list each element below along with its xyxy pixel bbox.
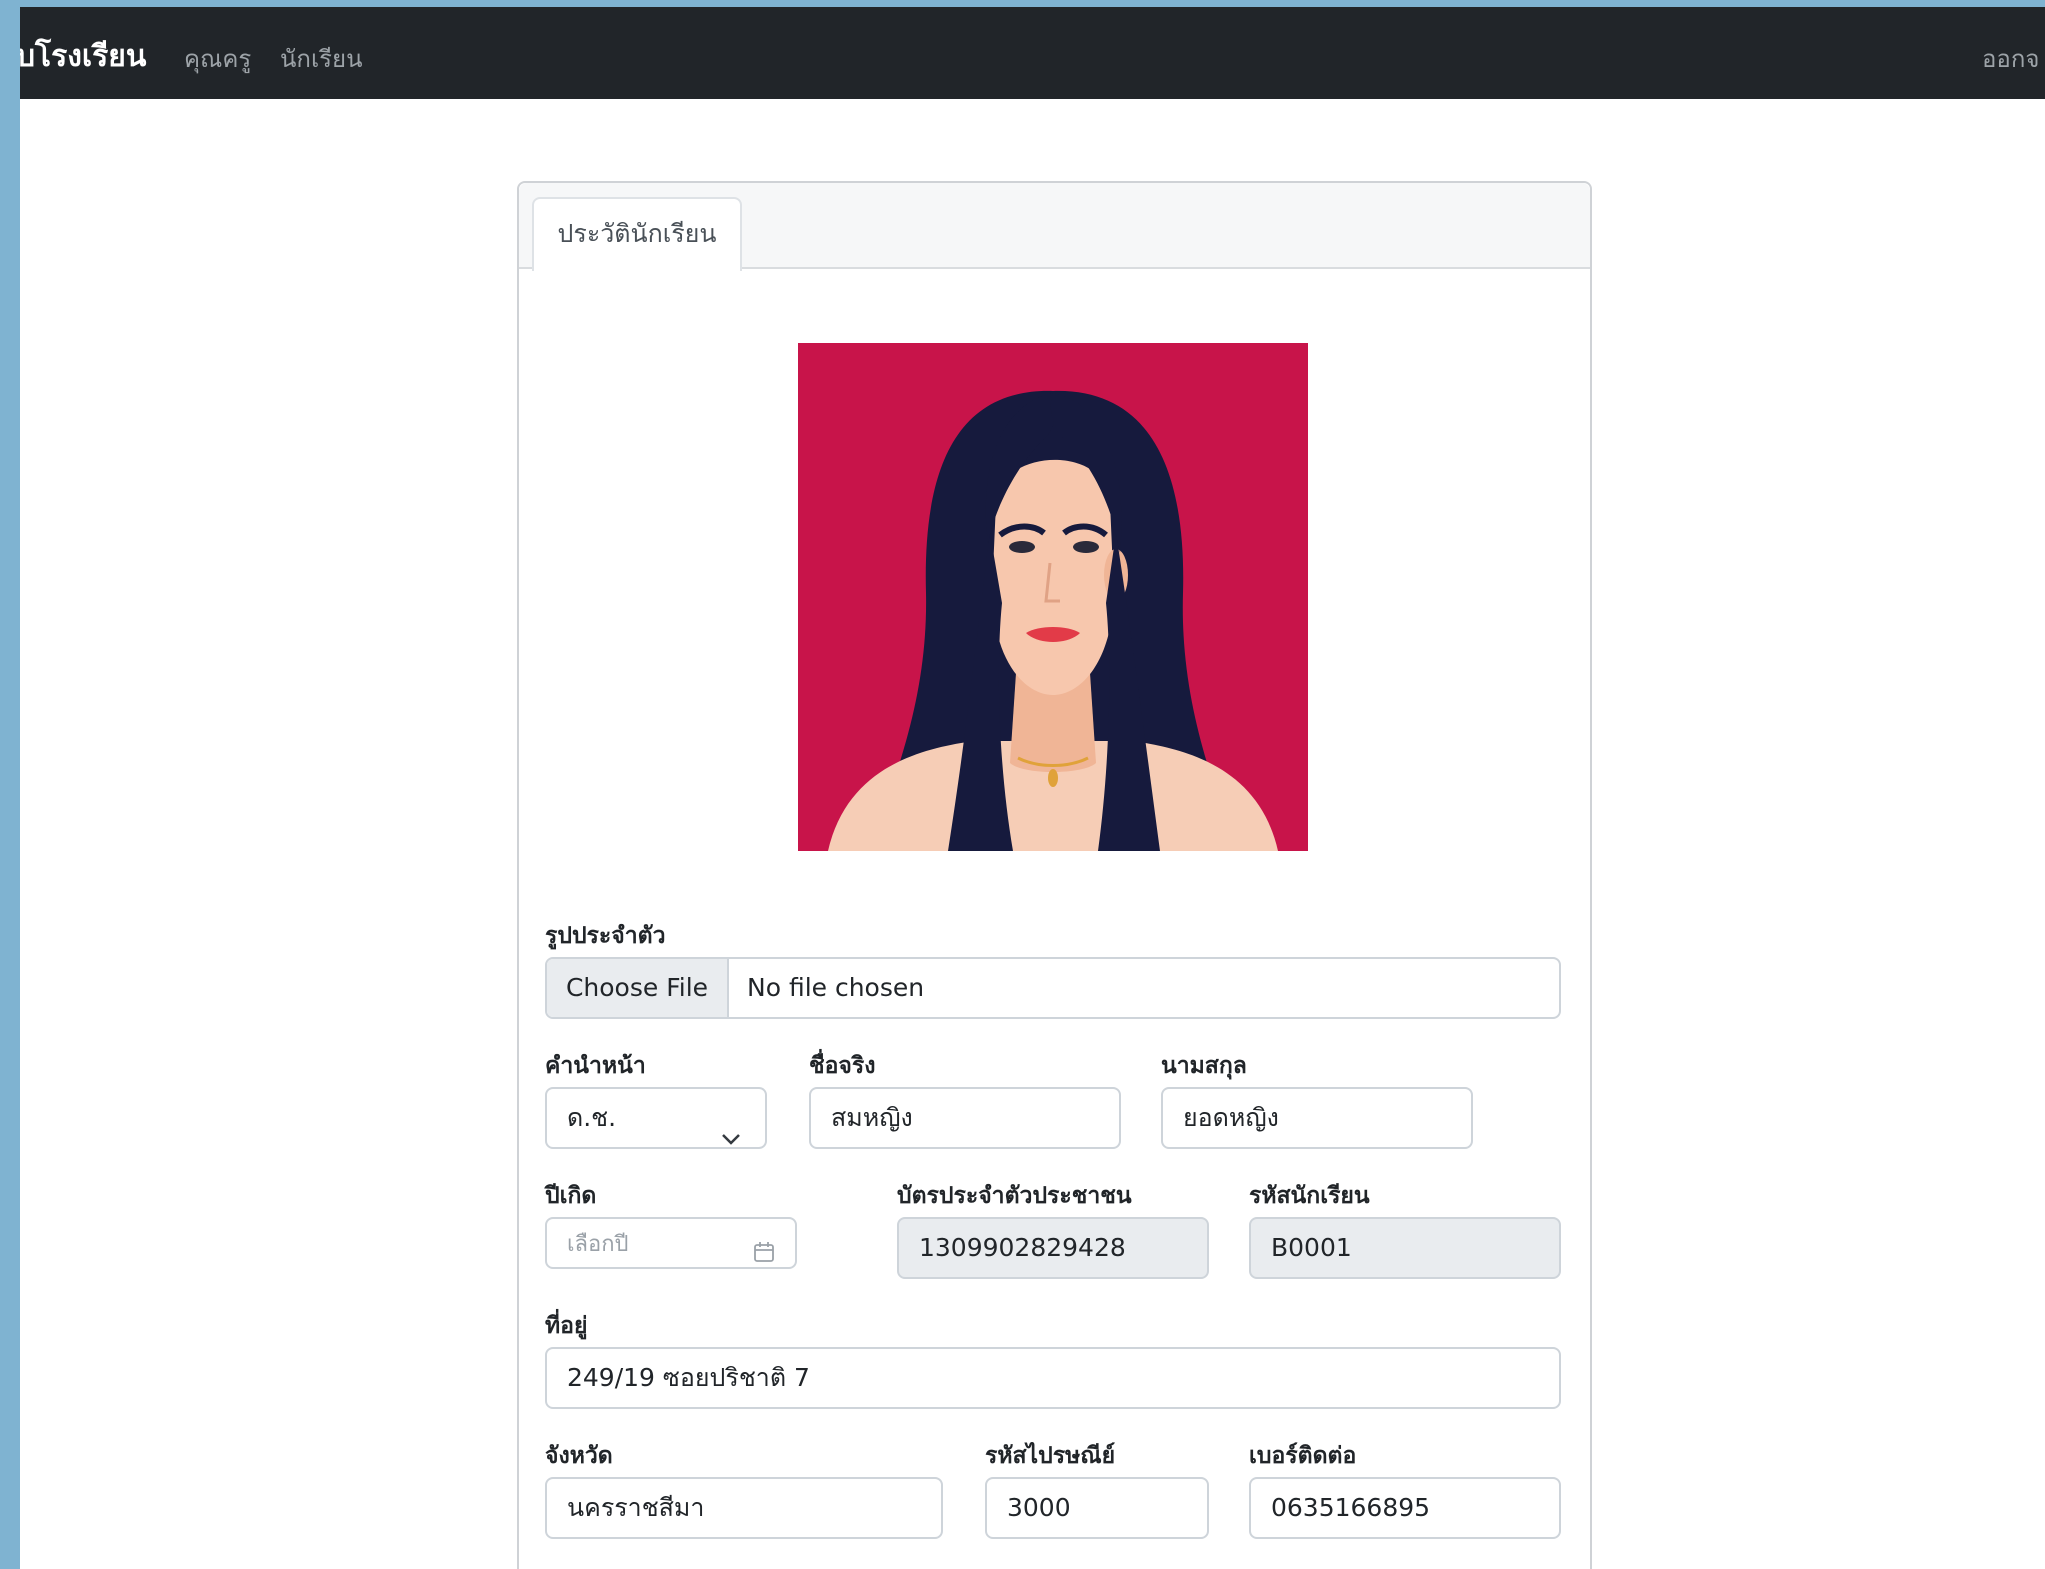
idcard-value: 1309902829428 bbox=[919, 1233, 1126, 1262]
birthyear-placeholder: เลือกปี bbox=[567, 1232, 629, 1257]
address-label: ที่อยู่ bbox=[545, 1313, 588, 1339]
birthyear-picker[interactable]: เลือกปี bbox=[545, 1217, 797, 1269]
lastname-label: นามสกุล bbox=[1161, 1053, 1247, 1079]
address-value: 249/19 ซอยปริชาติ 7 bbox=[567, 1363, 810, 1392]
province-value: นครราชสีมา bbox=[567, 1493, 705, 1522]
birthyear-label: ปีเกิด bbox=[545, 1183, 597, 1209]
firstname-input[interactable]: สมหญิง bbox=[809, 1087, 1121, 1149]
postcode-input[interactable]: 3000 bbox=[985, 1477, 1209, 1539]
tab-student-profile[interactable]: ประวัตินักเรียน bbox=[532, 197, 742, 271]
studentid-value: B0001 bbox=[1271, 1233, 1352, 1262]
prefix-select[interactable]: ด.ช. bbox=[545, 1087, 767, 1149]
lastname-value: ยอดหญิง bbox=[1183, 1103, 1279, 1132]
phone-label: เบอร์ติดต่อ bbox=[1249, 1443, 1357, 1469]
card-header: ประวัตินักเรียน bbox=[519, 183, 1590, 271]
calendar-icon[interactable] bbox=[753, 1231, 775, 1267]
nav-link-students[interactable]: นักเรียน bbox=[280, 39, 363, 78]
idcard-input[interactable]: 1309902829428 bbox=[897, 1217, 1209, 1279]
studentid-label: รหัสนักเรียน bbox=[1249, 1183, 1370, 1209]
choose-file-button[interactable]: Choose File bbox=[547, 959, 729, 1017]
prefix-label: คำนำหน้า bbox=[545, 1053, 646, 1079]
navbar-brand[interactable]: บโรงเรียน bbox=[20, 33, 146, 80]
postcode-label: รหัสไปรษณีย์ bbox=[985, 1443, 1116, 1469]
student-photo bbox=[798, 343, 1308, 851]
logout-link[interactable]: ออกจ bbox=[1982, 39, 2039, 78]
address-input[interactable]: 249/19 ซอยปริชาติ 7 bbox=[545, 1347, 1561, 1409]
postcode-value: 3000 bbox=[1007, 1493, 1071, 1522]
firstname-value: สมหญิง bbox=[831, 1103, 913, 1132]
firstname-label: ชื่อจริง bbox=[809, 1053, 876, 1079]
photo-label: รูปประจำตัว bbox=[545, 923, 666, 949]
idcard-label: บัตรประจำตัวประชาชน bbox=[897, 1183, 1132, 1209]
phone-input[interactable]: 0635166895 bbox=[1249, 1477, 1561, 1539]
photo-file-input[interactable]: Choose File No file chosen bbox=[545, 957, 1561, 1019]
student-profile-card: ประวัตินักเรียน รูปประจำตัว Choose File … bbox=[517, 181, 1592, 1569]
file-status-text: No file chosen bbox=[747, 973, 925, 1002]
navbar: บโรงเรียน คุณครู นักเรียน ออกจ bbox=[20, 7, 2045, 99]
province-input[interactable]: นครราชสีมา bbox=[545, 1477, 943, 1539]
studentid-input[interactable]: B0001 bbox=[1249, 1217, 1561, 1279]
window-top-strip bbox=[0, 0, 2045, 7]
browser-viewport: บโรงเรียน คุณครู นักเรียน ออกจ ประวัตินั… bbox=[20, 7, 2045, 1569]
phone-value: 0635166895 bbox=[1271, 1493, 1431, 1522]
province-label: จังหวัด bbox=[545, 1443, 613, 1469]
chevron-down-icon bbox=[721, 1109, 741, 1147]
lastname-input[interactable]: ยอดหญิง bbox=[1161, 1087, 1473, 1149]
prefix-value: ด.ช. bbox=[567, 1103, 617, 1132]
nav-link-teachers[interactable]: คุณครู bbox=[184, 39, 251, 78]
